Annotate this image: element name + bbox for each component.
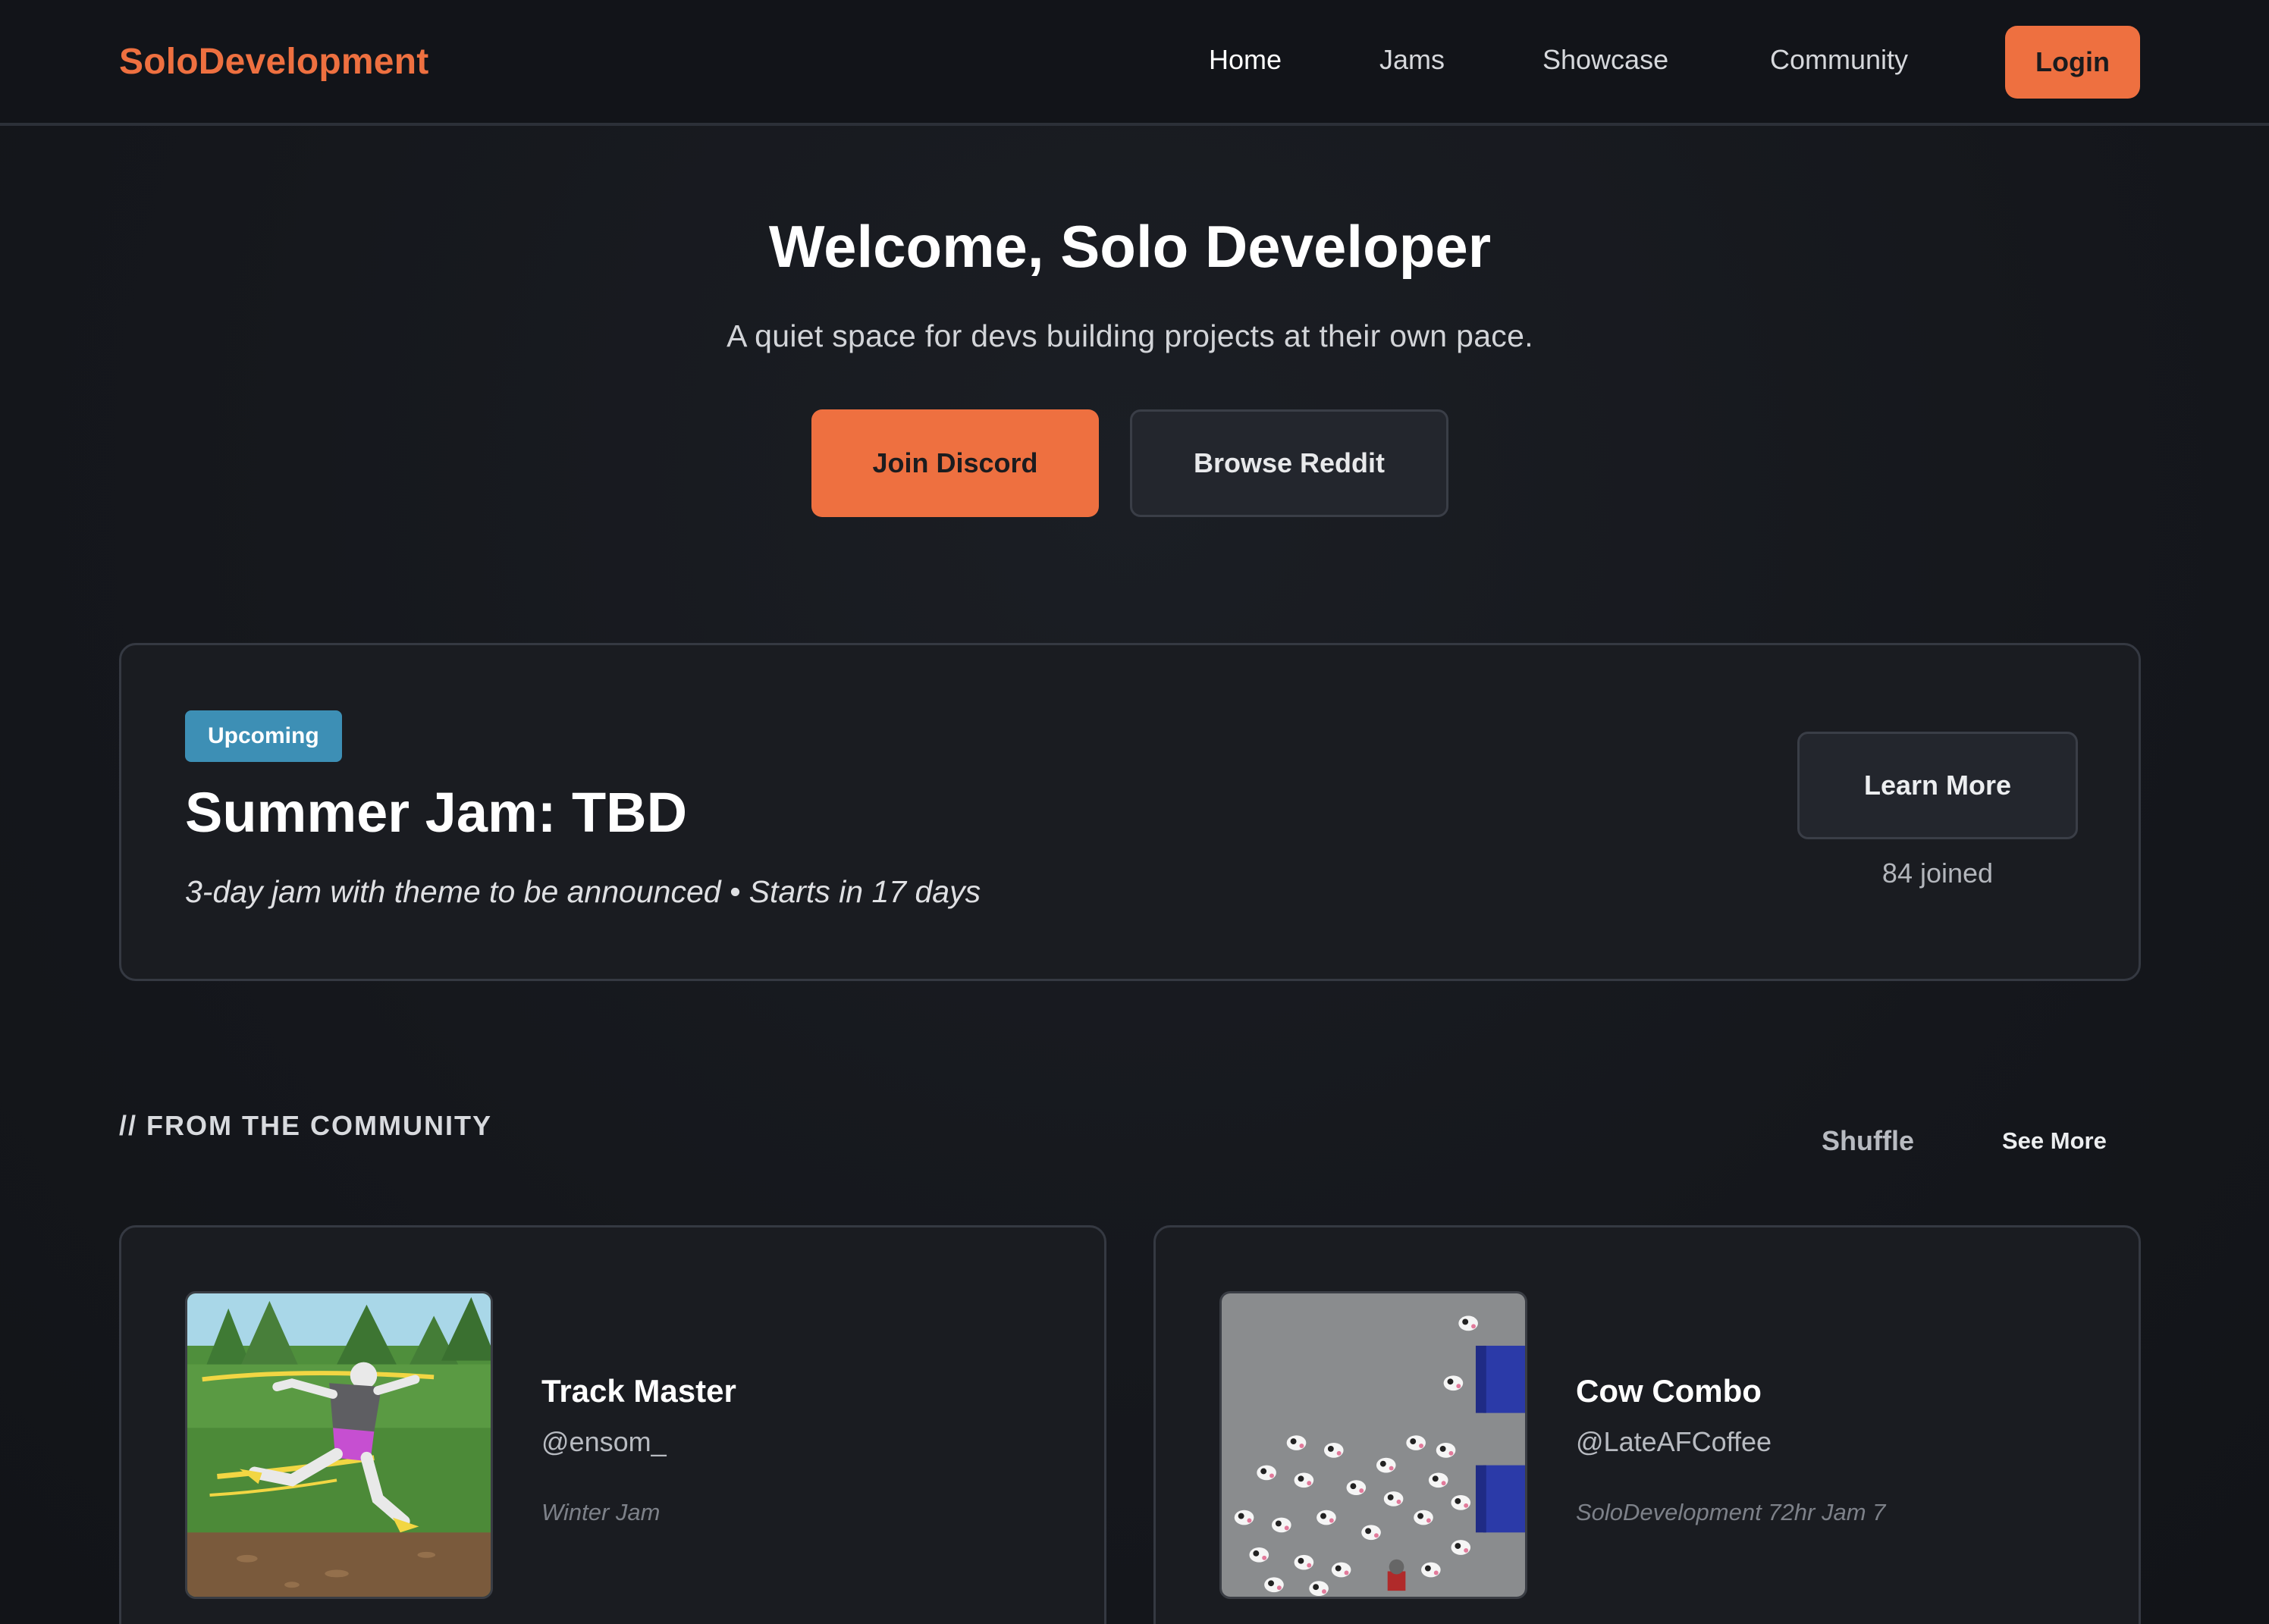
- cow-sprite: [1272, 1517, 1291, 1533]
- cow-sprite: [1458, 1315, 1478, 1331]
- cow-sprite: [1383, 1491, 1404, 1506]
- status-badge: Upcoming: [185, 710, 342, 762]
- join-discord-button[interactable]: Join Discord: [811, 409, 1099, 517]
- cow-sprite: [1294, 1554, 1314, 1570]
- cow-sprite: [1428, 1472, 1448, 1488]
- game-author[interactable]: @ensom_: [541, 1426, 667, 1458]
- see-more-button[interactable]: See More: [2002, 1127, 2107, 1155]
- cow-sprite: [1317, 1510, 1336, 1525]
- cow-sprite: [1361, 1525, 1381, 1541]
- cow-sprite: [1451, 1495, 1471, 1510]
- hero-title: Welcome, Solo Developer: [768, 213, 1492, 280]
- jam-title: Summer Jam: TBD: [185, 781, 688, 844]
- runner-illustration-icon[interactable]: [185, 1291, 493, 1599]
- game-title[interactable]: Cow Combo: [1576, 1373, 1762, 1409]
- brand-logo[interactable]: SoloDevelopment: [119, 41, 428, 83]
- cow-sprite: [1257, 1465, 1276, 1481]
- login-button[interactable]: Login: [2005, 26, 2140, 99]
- upcoming-jam-card: Upcoming Summer Jam: TBD 3-day jam with …: [119, 643, 2141, 981]
- game-title[interactable]: Track Master: [541, 1373, 736, 1409]
- cow-swarm-illustration-icon[interactable]: [1219, 1291, 1527, 1599]
- cow-sprite: [1286, 1435, 1307, 1450]
- learn-more-button[interactable]: Learn More: [1797, 732, 2078, 839]
- cow-sprite: [1264, 1577, 1284, 1593]
- game-card-cow-combo[interactable]: Cow Combo @LateAFCoffee SoloDevelopment …: [1153, 1225, 2141, 1624]
- cow-sprite: [1421, 1562, 1441, 1578]
- cow-sprite: [1451, 1540, 1471, 1555]
- cow-sprite: [1249, 1547, 1269, 1563]
- cow-sprite: [1436, 1443, 1456, 1458]
- game-card-track-master[interactable]: Track Master @ensom_ Winter Jam: [119, 1225, 1106, 1624]
- game-author[interactable]: @LateAFCoffee: [1576, 1426, 1772, 1458]
- game-jam-label: Winter Jam: [541, 1499, 661, 1525]
- joined-count: 84 joined: [1881, 857, 1994, 889]
- top-nav: SoloDevelopment Home Jams Showcase Commu…: [0, 0, 2269, 126]
- nav-link-showcase[interactable]: Showcase: [1542, 44, 1668, 76]
- cow-sprite: [1331, 1562, 1351, 1578]
- browse-reddit-button[interactable]: Browse Reddit: [1130, 409, 1448, 517]
- hero-subtitle: A quiet space for devs building projects…: [727, 318, 1533, 353]
- cow-sprite: [1234, 1510, 1254, 1525]
- nav-link-community[interactable]: Community: [1770, 44, 1908, 76]
- cow-sprite: [1323, 1443, 1344, 1458]
- page: SoloDevelopment Home Jams Showcase Commu…: [0, 0, 2269, 1624]
- cow-sprite: [1443, 1375, 1464, 1391]
- nav-link-jams[interactable]: Jams: [1379, 44, 1445, 76]
- jam-description: 3-day jam with theme to be announced • S…: [185, 874, 981, 909]
- game-jam-label: SoloDevelopment 72hr Jam 7: [1576, 1499, 1886, 1525]
- cow-sprite: [1414, 1510, 1433, 1525]
- cow-sprite: [1406, 1435, 1426, 1450]
- shuffle-button[interactable]: Shuffle: [1822, 1125, 1914, 1157]
- cow-sprite: [1376, 1457, 1396, 1473]
- cow-sprite: [1294, 1472, 1314, 1488]
- community-section-title: // FROM THE COMMUNITY: [119, 1110, 492, 1141]
- nav-link-home[interactable]: Home: [1209, 44, 1282, 76]
- cow-sprite: [1309, 1581, 1329, 1597]
- cow-sprite: [1346, 1480, 1367, 1496]
